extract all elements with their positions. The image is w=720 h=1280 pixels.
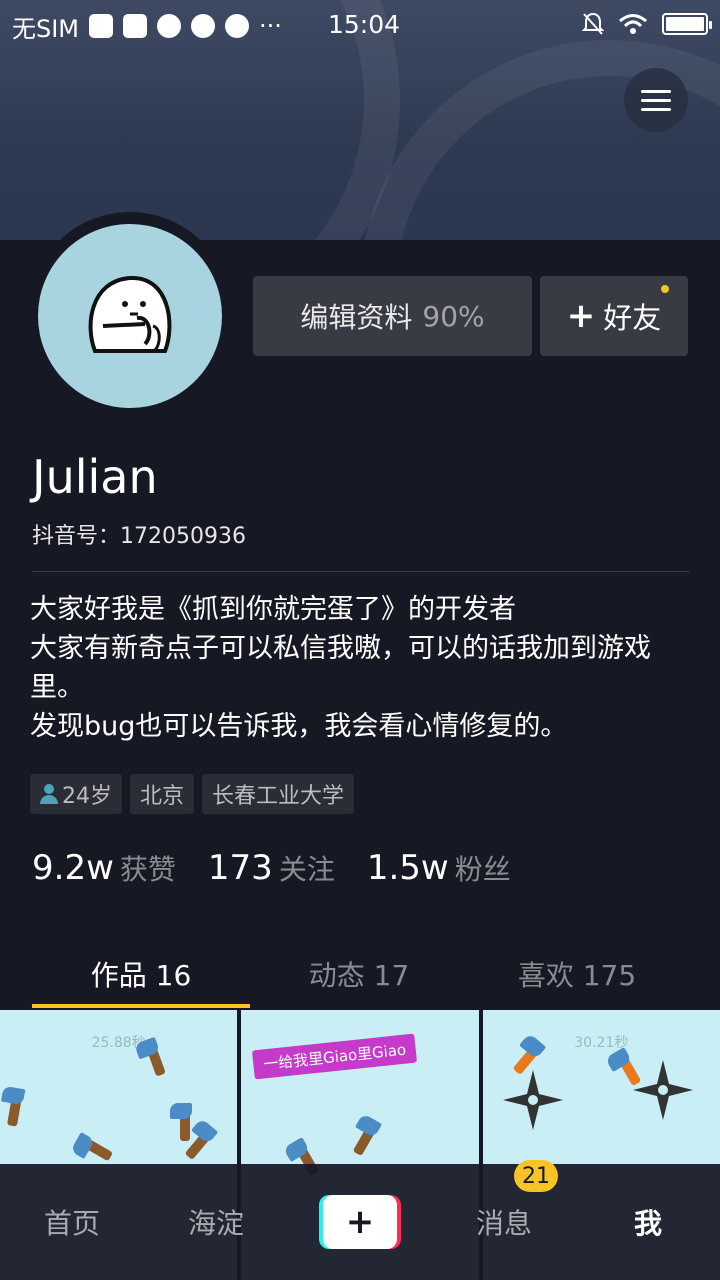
carrier-label: 无SIM [12,14,80,43]
likes-stat[interactable]: 9.2w 获赞 [32,848,176,888]
video-caption-banner: 一给我里Giao里Giao [252,1033,418,1080]
character-icon [352,1119,380,1157]
battery-icon [662,13,712,35]
likes-count: 9.2w [32,848,114,888]
add-friend-label: 好友 [603,301,662,335]
nav-home[interactable]: 首页 [0,1202,144,1242]
plus-icon: + [566,296,596,336]
shuriken-icon [632,1060,693,1120]
following-count: 173 [207,848,273,888]
following-label: 关注 [278,853,335,886]
bio-line: 发现bug也可以告诉我，我会看心情修复的。 [30,711,568,742]
profile-name: Julian [32,450,158,504]
bio-line: 大家好我是《抓到你就完蛋了》的开发者 [30,594,516,625]
more-notifications: ··· [259,12,282,40]
plus-icon: + [323,1195,397,1249]
city-label: 北京 [140,784,185,809]
notification-dot [661,285,669,293]
video-timer: 25.88秒 [91,1035,146,1051]
edit-profile-label: 编辑资料 [300,301,413,334]
likes-label: 获赞 [119,853,176,886]
mail-icon [123,14,148,38]
wifi-icon [619,14,647,34]
nav-create[interactable]: + [288,1195,432,1249]
status-bar: 无SIM ··· 15:04 [0,0,720,52]
create-button[interactable]: + [319,1195,401,1249]
age-tag: 24岁 [30,774,122,814]
messages-badge: 21 [514,1160,558,1192]
palette-icon [225,14,250,38]
following-stat[interactable]: 173 关注 [208,848,335,888]
age-label: 24岁 [62,784,112,809]
school-label: 长春工业大学 [212,784,345,809]
bio-line: 大家有新奇点子可以私信我嗷，可以的话我加到游戏里。 [30,633,651,703]
douyin-id: 抖音号：172050936 [32,524,246,549]
profile-bio: 大家好我是《抓到你就完蛋了》的开发者 大家有新奇点子可以私信我嗷，可以的话我加到… [30,590,700,746]
followers-count: 1.5w [366,848,449,888]
mail-icon [89,14,114,38]
person-icon [40,784,58,804]
tab-likes[interactable]: 喜欢 175 [468,940,686,1010]
menu-icon [641,89,671,93]
edit-profile-button[interactable]: 编辑资料 90% [253,276,532,356]
profile-stats: 9.2w 获赞 173 关注 1.5w 粉丝 [32,848,543,888]
palette-icon [191,14,216,38]
school-tag: 长春工业大学 [202,774,355,814]
mute-bell-icon [582,12,604,35]
content-tabs: 作品 16 动态 17 喜欢 175 [0,940,720,1010]
bottom-nav: 首页 海淀 + 消息 21 我 [0,1160,720,1280]
menu-button[interactable] [624,68,688,132]
video-timer: 30.21秒 [574,1035,629,1051]
nav-messages-label: 消息 [475,1207,532,1240]
axe-icon [6,1089,24,1127]
city-tag: 北京 [130,774,195,814]
axe-icon [76,1134,114,1162]
profile-tags: 24岁 北京 长春工业大学 [30,774,355,814]
divider [32,571,690,572]
tab-works[interactable]: 作品 16 [32,940,250,1010]
followers-label: 粉丝 [454,853,511,886]
nav-me[interactable]: 我 [576,1202,720,1242]
avatar-cartoon [88,275,172,353]
profile-completion: 90% [422,299,485,333]
followers-stat[interactable]: 1.5w 粉丝 [367,848,511,888]
avatar[interactable] [38,224,222,408]
nav-location[interactable]: 海淀 [144,1202,288,1242]
tab-indicator [32,1004,250,1008]
axe-icon [170,1103,192,1141]
nav-messages[interactable]: 消息 21 [432,1160,576,1242]
app-icon [157,14,182,38]
status-time: 15:04 [328,10,401,39]
shuriken-icon [502,1070,563,1130]
tab-posts[interactable]: 动态 17 [250,940,468,1010]
